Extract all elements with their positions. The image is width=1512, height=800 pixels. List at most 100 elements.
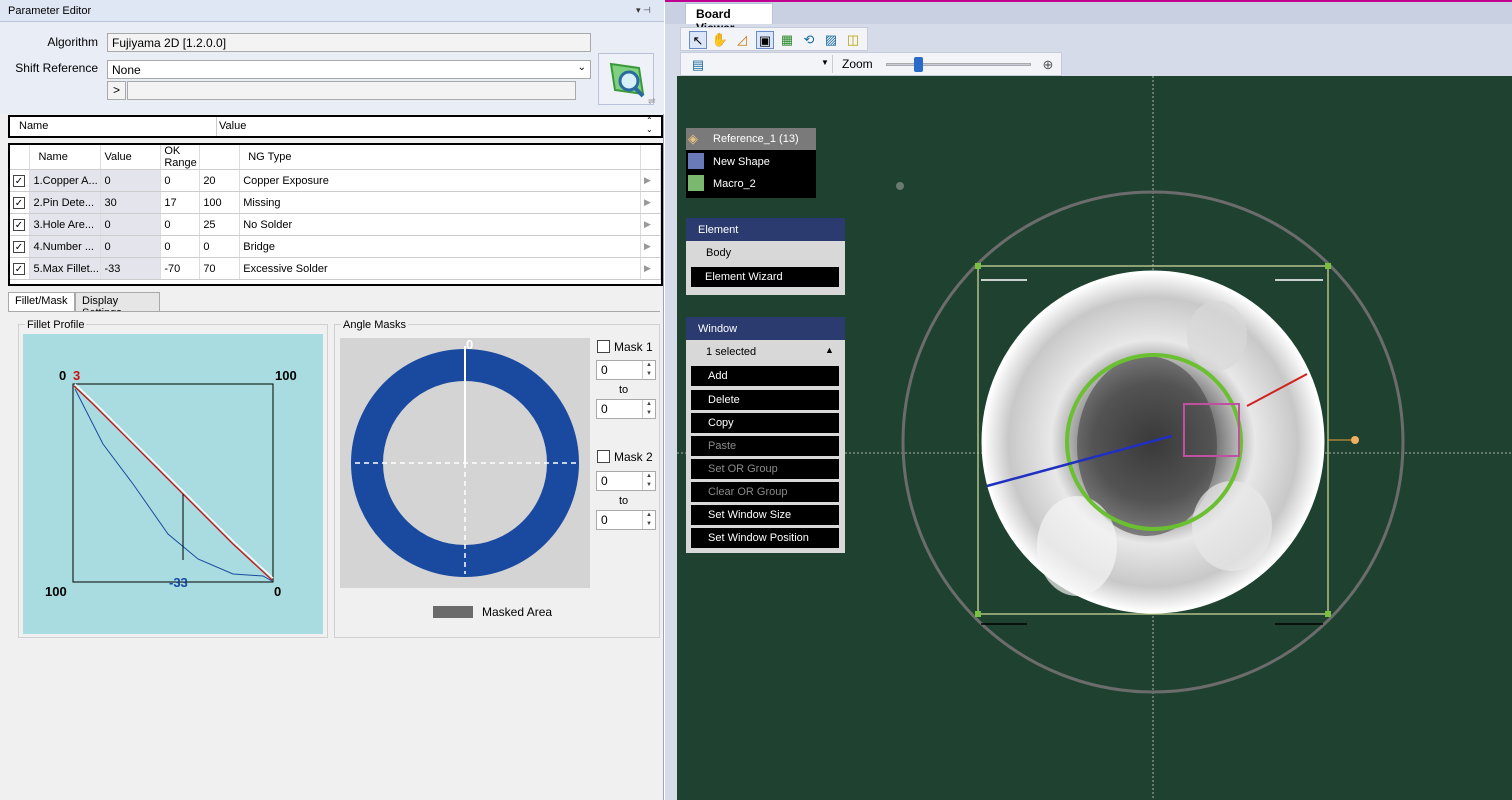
window-menu-header: Window [686,317,845,340]
toolbar-divider [832,55,833,73]
row-ok-min[interactable]: 0 [160,235,201,258]
grid-divider [216,117,217,136]
copy-button[interactable]: Copy [691,413,839,433]
book-icon[interactable]: ◫ [844,31,862,49]
table-row[interactable]: ✓ 1.Copper A... 0 0 20 Copper Exposure ▶ [10,169,662,192]
angle-mask-canvas[interactable]: 0 [340,337,590,588]
fp-top-right-label: 100 [275,368,297,383]
algorithm-preview-icon[interactable] [598,53,654,105]
window-selected-count: 1 selected [706,346,757,358]
delete-button[interactable]: Delete [691,390,839,410]
row-ok-max[interactable]: 20 [199,169,241,192]
parameter-grid: Name Value ⌃ ⌄ [8,115,663,138]
row-ok-min[interactable]: 17 [160,191,201,214]
row-ok-max[interactable]: 0 [199,235,241,258]
paste-button[interactable]: Paste [691,436,839,456]
tab-board-viewer[interactable]: Board Viewer [685,3,773,35]
mask2-to-input[interactable]: 0 ▲ ▼ [596,510,656,530]
row-name: 3.Hole Are... [29,213,102,236]
collapse-icon[interactable]: ▲ [825,345,834,355]
row-checkbox[interactable]: ✓ [10,191,31,214]
measure-icon[interactable]: ◿ [733,31,751,49]
row-value: 30 [100,191,162,214]
algorithm-field[interactable]: Fujiyama 2D [1.2.0.0] [107,33,591,52]
row-ng-type: Missing [239,191,641,214]
fp-bottom-right-label: 0 [274,584,282,599]
table-row[interactable]: ✓ 3.Hole Are... 0 0 25 No Solder ▶ [10,213,662,236]
table-row[interactable]: ✓ 4.Number ... 0 0 0 Bridge ▶ [10,235,662,258]
layer-item-macro[interactable]: Macro_2 [686,173,816,195]
zoom-slider[interactable] [886,57,1031,72]
col-name[interactable]: Name [29,145,102,170]
table-row[interactable]: ✓ 2.Pin Dete... 30 17 100 Missing ▶ [10,191,662,214]
layer-item-reference[interactable]: ◈ Reference_1 (13) [686,128,816,150]
mask1-from-input[interactable]: 0 ▲ ▼ [596,360,656,380]
masked-area-legend: Masked Area [482,605,553,619]
row-expand-icon[interactable]: ▶ [640,169,662,192]
element-body-item[interactable]: Body [706,247,731,259]
clear-or-group-button[interactable]: Clear OR Group [691,482,839,502]
element-menu-header: Element [686,218,845,241]
row-name: 2.Pin Dete... [29,191,102,214]
component-icon[interactable]: ▣ [756,31,774,49]
row-ok-max[interactable]: 25 [199,213,241,236]
pointer-icon[interactable]: ↖ [689,31,707,49]
masked-area-swatch [433,606,473,618]
mask2-checkbox[interactable] [597,450,610,466]
panel-title: Parameter Editor [8,5,92,17]
algorithm-area: Algorithm Fujiyama 2D [1.2.0.0] Shift Re… [0,22,664,114]
tab-fillet-mask[interactable]: Fillet/Mask [8,292,75,313]
inspection-table: Name Value OK Range NG Type ✓ 1.Copper A… [8,143,663,286]
row-expand-icon[interactable]: ▶ [640,191,662,214]
mask2-from-input[interactable]: 0 ▲ ▼ [596,471,656,491]
grid-scroll-icon[interactable]: ⌃ ⌄ [646,116,653,134]
col-ok-range[interactable]: OK Range [160,145,201,170]
refresh-icon[interactable]: ⟲ [800,31,818,49]
hand-icon[interactable]: ✋ [711,31,729,49]
set-window-position-button[interactable]: Set Window Position [691,528,839,548]
fp-bottom-left-label: 100 [45,584,67,599]
algorithm-label: Algorithm [47,35,98,49]
table-row[interactable]: ✓ 5.Max Fillet... -33 -70 70 Excessive S… [10,257,662,280]
expand-button[interactable]: > [107,81,126,100]
row-ok-max[interactable]: 100 [199,191,241,214]
shift-reference-path[interactable] [127,81,576,100]
row-expand-icon[interactable]: ▶ [640,213,662,236]
row-ok-min[interactable]: -70 [160,257,201,280]
row-ok-max[interactable]: 70 [199,257,241,280]
image-icon[interactable]: ▨ [822,31,840,49]
set-or-group-button[interactable]: Set OR Group [691,459,839,479]
set-window-size-button[interactable]: Set Window Size [691,505,839,525]
resize-grip-icon[interactable]: ⇌ [648,96,656,107]
row-checkbox[interactable]: ✓ [10,169,31,192]
mask1-checkbox[interactable] [597,340,610,356]
row-expand-icon[interactable]: ▶ [640,235,662,258]
fit-view-icon[interactable]: ⊕ [1039,56,1057,74]
row-checkbox[interactable]: ✓ [10,213,31,236]
element-wizard-button[interactable]: Element Wizard [691,267,839,287]
macro-icon [688,175,704,191]
row-name: 4.Number ... [29,235,102,258]
mask1-to-input[interactable]: 0 ▲ ▼ [596,399,656,419]
add-button[interactable]: Add [691,366,839,386]
layer-item-label: Macro_2 [713,178,756,190]
col-value[interactable]: Value [100,145,162,170]
row-expand-icon[interactable]: ▶ [640,257,662,280]
row-ng-type: Excessive Solder [239,257,641,280]
pin-icon[interactable]: ▾ ⊣ [636,5,651,16]
col-ng-type[interactable]: NG Type [239,145,641,170]
layers-icon[interactable]: ▤ [689,56,707,74]
mask1-label: Mask 1 [614,340,653,354]
row-ok-min[interactable]: 0 [160,213,201,236]
board-icon[interactable]: ▦ [778,31,796,49]
zoom-slider-thumb[interactable] [914,57,924,72]
board-canvas[interactable]: ◈ Reference_1 (13) New Shape Macro_2 Ele… [677,76,1512,800]
row-ng-type: No Solder [239,213,641,236]
layer-dropdown-icon[interactable]: ▼ [821,58,829,67]
row-checkbox[interactable]: ✓ [10,235,31,258]
row-checkbox[interactable]: ✓ [10,257,31,280]
tab-display-settings[interactable]: Display Settings [75,292,160,319]
layer-item-new-shape[interactable]: New Shape [686,151,816,173]
row-ok-min[interactable]: 0 [160,169,201,192]
shift-reference-select[interactable]: None ⌄ [107,60,591,79]
